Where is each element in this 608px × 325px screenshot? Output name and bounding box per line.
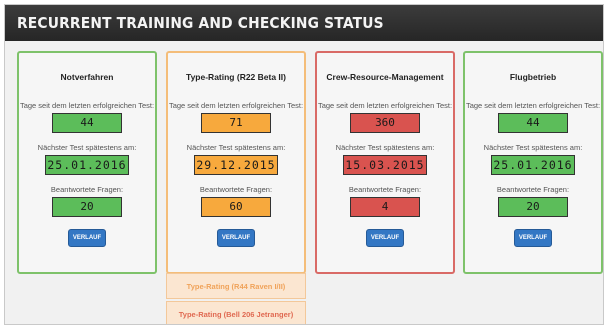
- page-header: RECURRENT TRAINING AND CHECKING STATUS: [5, 5, 603, 41]
- days-since-label: Tage seit dem letzten erfolgreichen Test…: [465, 101, 601, 110]
- days-since-label: Tage seit dem letzten erfolgreichen Test…: [168, 101, 304, 110]
- answered-questions-value: 4: [350, 197, 420, 217]
- card-title: Flugbetrieb: [509, 72, 557, 82]
- status-card-notverfahren: Notverfahren Tage seit dem letzten erfol…: [17, 51, 157, 274]
- next-test-label: Nächster Test spätestens am:: [335, 143, 435, 152]
- page-title: RECURRENT TRAINING AND CHECKING STATUS: [17, 14, 384, 32]
- next-test-date: 29.12.2015: [194, 155, 278, 175]
- history-button[interactable]: VERLAUF: [366, 229, 404, 247]
- status-card-type-rating-r22: Type-Rating (R22 Beta II) Tage seit dem …: [166, 51, 306, 274]
- days-since-value: 44: [498, 113, 568, 133]
- answered-questions-value: 60: [201, 197, 271, 217]
- answered-questions-value: 20: [498, 197, 568, 217]
- answered-questions-label: Beantwortete Fragen:: [199, 185, 273, 194]
- card-title: Crew-Resource-Management: [326, 72, 444, 82]
- days-since-value: 360: [350, 113, 420, 133]
- days-since-label: Tage seit dem letzten erfolgreichen Test…: [317, 101, 453, 110]
- type-rating-item-bell-206[interactable]: Type-Rating (Bell 206 Jetranger): [166, 301, 306, 324]
- next-test-date: 15.03.2015: [343, 155, 427, 175]
- answered-questions-label: Beantwortete Fragen:: [50, 185, 124, 194]
- next-test-date: 25.01.2016: [491, 155, 575, 175]
- answered-questions-value: 20: [52, 197, 122, 217]
- next-test-date: 25.01.2016: [45, 155, 129, 175]
- days-since-value: 71: [201, 113, 271, 133]
- next-test-label: Nächster Test spätestens am:: [37, 143, 137, 152]
- app-window: RECURRENT TRAINING AND CHECKING STATUS N…: [4, 4, 604, 325]
- next-test-label: Nächster Test spätestens am:: [186, 143, 286, 152]
- days-since-label: Tage seit dem letzten erfolgreichen Test…: [19, 101, 155, 110]
- card-title: Type-Rating (R22 Beta II): [186, 72, 286, 82]
- days-since-value: 44: [52, 113, 122, 133]
- status-card-crew-resource-management: Crew-Resource-Management Tage seit dem l…: [315, 51, 455, 274]
- status-card-flugbetrieb: Flugbetrieb Tage seit dem letzten erfolg…: [463, 51, 603, 274]
- next-test-label: Nächster Test spätestens am:: [483, 143, 583, 152]
- type-rating-item-r44[interactable]: Type-Rating (R44 Raven I/II): [166, 273, 306, 299]
- answered-questions-label: Beantwortete Fragen:: [496, 185, 570, 194]
- history-button[interactable]: VERLAUF: [217, 229, 255, 247]
- history-button[interactable]: VERLAUF: [514, 229, 552, 247]
- answered-questions-label: Beantwortete Fragen:: [348, 185, 422, 194]
- card-title: Notverfahren: [60, 72, 114, 82]
- history-button[interactable]: VERLAUF: [68, 229, 106, 247]
